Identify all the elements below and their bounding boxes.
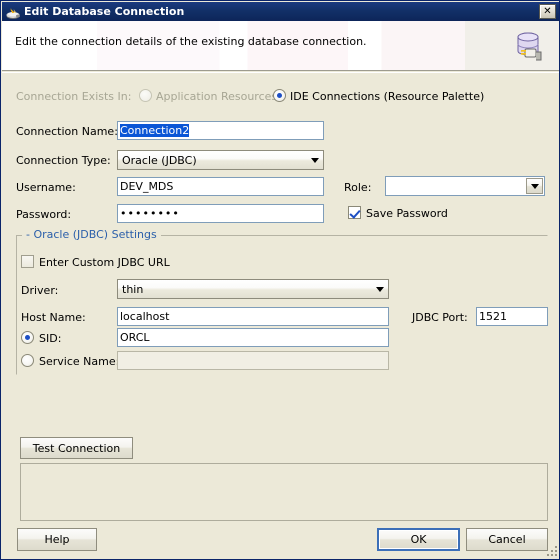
username-label: Username:	[16, 181, 76, 194]
cancel-button[interactable]: Cancel	[466, 528, 548, 551]
radio-sid[interactable]	[21, 331, 34, 344]
chevron-down-icon	[371, 286, 388, 292]
connection-name-input[interactable]: Connection2	[117, 121, 324, 140]
sid-input[interactable]: ORCL	[117, 328, 389, 347]
database-connection-icon	[512, 29, 548, 65]
enter-custom-jdbc-url-label: Enter Custom JDBC URL	[39, 256, 170, 269]
role-select[interactable]	[385, 176, 545, 196]
edit-database-connection-dialog: Edit Database Connection ✕ Edit the conn…	[0, 0, 560, 560]
jdbc-port-label: JDBC Port:	[412, 311, 468, 324]
save-password-label: Save Password	[366, 207, 448, 220]
sid-value: ORCL	[120, 331, 150, 344]
password-label: Password:	[16, 208, 72, 221]
banner-description: Edit the connection details of the exist…	[15, 35, 367, 48]
enter-custom-jdbc-url-checkbox[interactable]	[21, 255, 34, 268]
host-name-input[interactable]: localhost	[117, 307, 389, 326]
chevron-down-icon	[306, 157, 323, 163]
sid-label: SID:	[39, 332, 62, 345]
resize-grip[interactable]	[545, 544, 557, 556]
jdbc-port-value: 1521	[479, 310, 507, 323]
role-label: Role:	[344, 181, 372, 194]
connection-type-label: Connection Type:	[16, 154, 111, 167]
username-input[interactable]: DEV_MDS	[117, 177, 324, 196]
role-value	[386, 177, 526, 195]
radio-application-resources[interactable]	[139, 89, 152, 102]
connection-type-select[interactable]: Oracle (JDBC)	[117, 150, 324, 170]
username-value: DEV_MDS	[120, 180, 174, 193]
connection-name-label: Connection Name:	[16, 125, 118, 138]
radio-ide-connections[interactable]	[273, 89, 286, 102]
host-name-value: localhost	[120, 310, 170, 323]
save-password-checkbox[interactable]	[348, 206, 361, 219]
test-connection-output	[20, 463, 548, 521]
help-label: Help	[44, 533, 70, 546]
connection-exists-in-label: Connection Exists In:	[16, 90, 132, 103]
oracle-jdbc-settings-title: - Oracle (JDBC) Settings	[22, 228, 161, 241]
driver-select[interactable]: thin	[117, 279, 389, 299]
test-connection-output-text	[21, 464, 547, 470]
connection-type-value: Oracle (JDBC)	[122, 153, 197, 167]
close-icon[interactable]: ✕	[539, 4, 556, 19]
dialog-banner: Edit the connection details of the exist…	[2, 21, 559, 71]
password-value: ••••••••	[120, 207, 180, 220]
test-connection-label: Test Connection	[32, 441, 121, 455]
connection-name-value: Connection2	[120, 124, 190, 137]
driver-label: Driver:	[21, 284, 59, 297]
ide-connections-label: IDE Connections (Resource Palette)	[290, 90, 485, 103]
radio-service-name[interactable]	[21, 354, 34, 367]
window-title: Edit Database Connection	[24, 5, 185, 18]
service-name-label: Service Name:	[39, 355, 120, 368]
test-connection-button[interactable]: Test Connection	[20, 437, 133, 459]
cancel-label: Cancel	[488, 533, 526, 546]
service-name-input	[117, 351, 389, 370]
ok-label: OK	[410, 533, 427, 546]
title-bar: Edit Database Connection ✕	[2, 2, 559, 21]
password-input[interactable]: ••••••••	[117, 204, 324, 223]
jdbc-port-input[interactable]: 1521	[476, 307, 548, 326]
host-name-label: Host Name:	[21, 311, 86, 324]
application-resources-label: Application Resources	[156, 90, 278, 103]
dialog-body: Connection Exists In: Application Resour…	[2, 72, 559, 559]
jdeveloper-app-icon	[5, 4, 21, 20]
driver-value: thin	[122, 282, 144, 296]
help-button[interactable]: Help	[17, 528, 97, 551]
chevron-down-icon[interactable]	[526, 178, 543, 194]
ok-button[interactable]: OK	[377, 528, 460, 551]
